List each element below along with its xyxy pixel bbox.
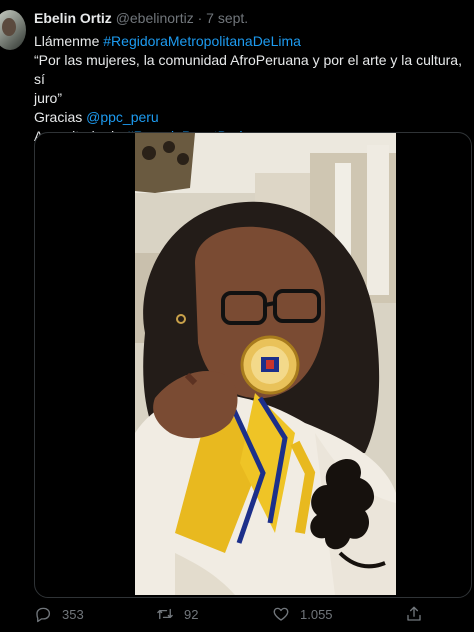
mention-link[interactable]: @ppc_peru	[86, 109, 159, 125]
retweet-count: 92	[184, 606, 199, 622]
text-line-4: Gracias @ppc_peru	[34, 108, 470, 127]
text-line-3: juro”	[34, 90, 63, 106]
hashtag-link[interactable]: #RegidoraMetropolitanaDeLima	[103, 33, 301, 49]
media-container[interactable]	[34, 132, 472, 598]
share-button[interactable]	[405, 602, 433, 626]
text-prefix-1: Llámenme	[34, 33, 104, 49]
tweet-header: Ebelin Ortiz @ebelinortiz · 7 sept.	[34, 10, 248, 28]
share-icon	[407, 606, 421, 621]
text-prefix-4: Gracias	[34, 109, 87, 125]
author-name[interactable]: Ebelin Ortiz	[34, 10, 112, 26]
reply-count: 353	[62, 606, 84, 622]
tweet[interactable]: Ebelin Ortiz @ebelinortiz · 7 sept. Llám…	[0, 0, 474, 632]
tweet-date[interactable]: 7 sept.	[206, 10, 248, 26]
tweet-photo[interactable]	[135, 133, 396, 595]
like-icon	[273, 607, 289, 621]
tweet-actions: 353 92 1.055	[34, 602, 474, 626]
author-handle[interactable]: @ebelinortiz	[116, 10, 194, 26]
retweet-icon	[157, 608, 173, 620]
like-count: 1.055	[300, 606, 333, 622]
text-line-1: Llámenme #RegidoraMetropolitanaDeLima	[34, 32, 470, 51]
avatar[interactable]	[0, 10, 26, 50]
header-separator: ·	[197, 10, 203, 26]
reply-button[interactable]: 353	[34, 602, 84, 626]
reply-icon	[36, 607, 51, 623]
tweet-text: Llámenme #RegidoraMetropolitanaDeLima “P…	[34, 32, 470, 146]
like-button[interactable]: 1.055	[272, 602, 333, 626]
retweet-button[interactable]: 92	[156, 602, 198, 626]
text-line-2: “Por las mujeres, la comunidad AfroPerua…	[34, 52, 462, 87]
